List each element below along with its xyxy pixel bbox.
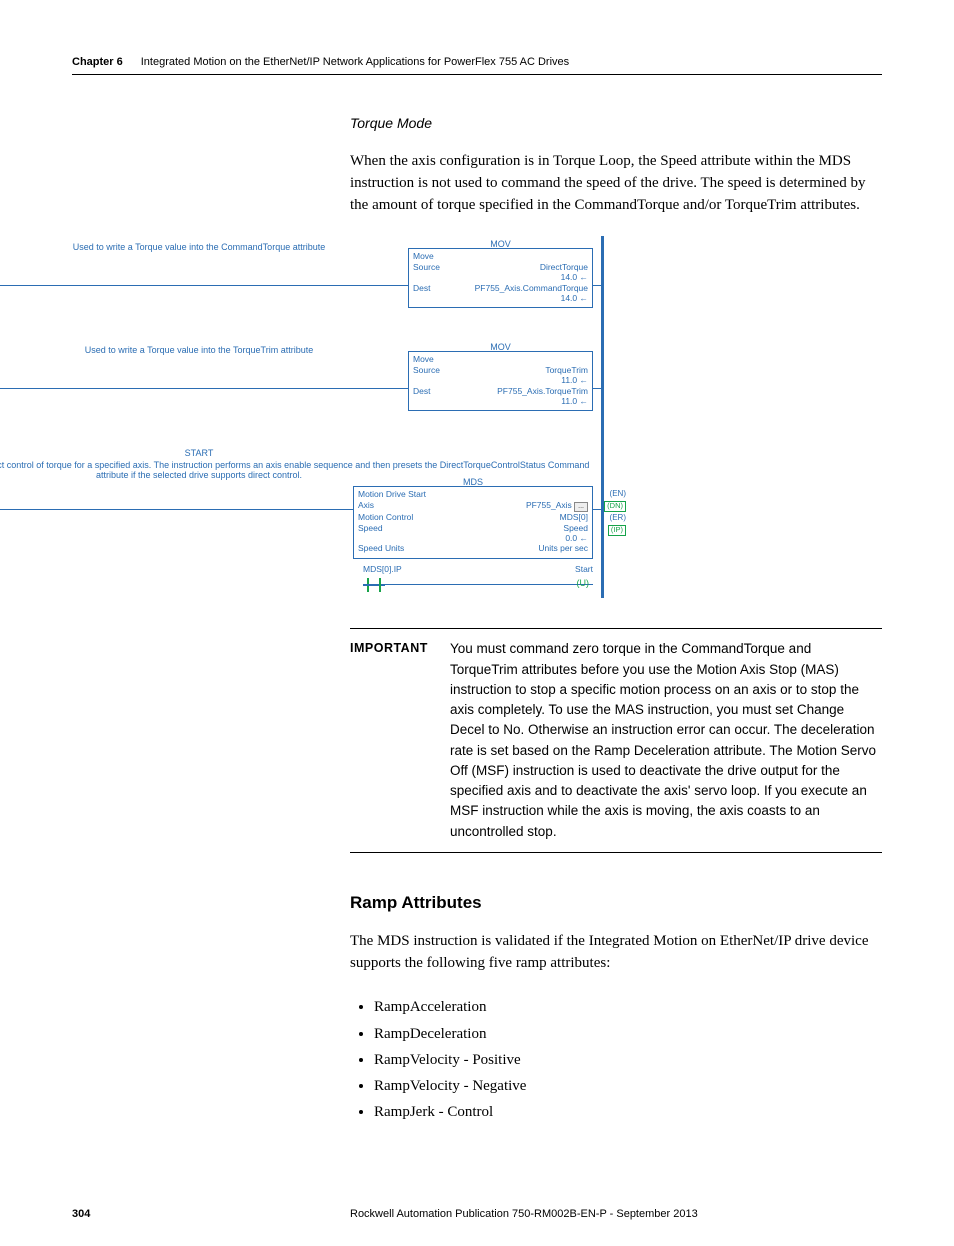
chapter-title: Integrated Motion on the EtherNet/IP Net…	[141, 56, 569, 68]
list-item: RampAcceleration	[374, 994, 882, 1020]
page-number: 304	[72, 1208, 350, 1220]
block-title: MDS	[358, 477, 588, 487]
list-item: RampVelocity - Positive	[374, 1047, 882, 1073]
rung-1: 1 Used to write a Torque value into the …	[0, 242, 601, 327]
intro-paragraph: When the axis configuration is in Torque…	[350, 151, 882, 216]
ramp-list: RampAcceleration RampDeceleration RampVe…	[374, 994, 882, 1125]
branch-contact	[363, 576, 385, 594]
block-cell: Move	[413, 354, 434, 365]
page: Chapter 6 Integrated Motion on the Ether…	[0, 0, 954, 1246]
chapter-label: Chapter 6	[72, 56, 123, 68]
branch-label: MDS[0].IP	[363, 564, 402, 574]
ellipsis-button[interactable]: ...	[574, 502, 588, 512]
list-item: RampDeceleration	[374, 1021, 882, 1047]
pin-en: (EN)	[610, 489, 626, 498]
block-cell: Motion Control	[358, 512, 413, 523]
block-value: 14.0 ←	[413, 273, 588, 282]
block-value: 11.0 ←	[413, 397, 588, 406]
block-cell: Source	[413, 365, 440, 376]
branch-out-label: Start	[575, 564, 593, 574]
ladder-diagram: 1 Used to write a Torque value into the …	[0, 236, 604, 598]
block-cell: Move	[413, 251, 434, 262]
pin-ip: (IP)	[608, 525, 626, 535]
publication-info: Rockwell Automation Publication 750-RM00…	[350, 1208, 882, 1220]
important-label: IMPORTANT	[350, 639, 450, 842]
list-item: RampJerk - Control	[374, 1099, 882, 1125]
body-column-lower: IMPORTANT You must command zero torque i…	[350, 628, 882, 1125]
important-text: You must command zero torque in the Comm…	[450, 639, 882, 842]
block-cell: MDS[0]	[560, 512, 588, 523]
ramp-heading: Ramp Attributes	[350, 893, 882, 913]
mov-block-2: MOV Move SourceTorqueTrim 11.0 ← DestPF7…	[408, 351, 593, 411]
block-cell: Speed Units	[358, 543, 404, 554]
block-title: MOV	[413, 239, 588, 249]
block-value: 14.0 ←	[413, 294, 588, 303]
unlatch-coil: (U)	[577, 578, 590, 588]
ramp-paragraph: The MDS instruction is validated if the …	[350, 931, 882, 975]
block-value: 0.0 ←	[358, 534, 588, 543]
block-value: 11.0 ←	[413, 376, 588, 385]
page-header: Chapter 6 Integrated Motion on the Ether…	[72, 56, 882, 75]
pin-dn: (DN)	[604, 501, 626, 511]
pin-er: (ER)	[610, 513, 626, 522]
mds-block: MDS Motion Drive Start AxisPF755_Axis ..…	[353, 486, 593, 559]
block-cell: Source	[413, 262, 440, 273]
mode-heading: Torque Mode	[350, 115, 882, 131]
list-item: RampVelocity - Negative	[374, 1073, 882, 1099]
important-note: IMPORTANT You must command zero torque i…	[350, 628, 882, 853]
rung-3: 3 START The MDS instruction is used to a…	[0, 448, 601, 588]
body-column: Torque Mode When the axis configuration …	[350, 115, 882, 216]
page-footer: 304 Rockwell Automation Publication 750-…	[72, 1208, 882, 1220]
ladder-body: 1 Used to write a Torque value into the …	[0, 236, 604, 598]
block-title: MOV	[413, 342, 588, 352]
block-cell: Dest	[413, 386, 430, 397]
block-cell: PF755_Axis ...	[526, 500, 588, 512]
block-cell: Speed	[563, 523, 588, 534]
block-cell: Units per sec	[538, 543, 588, 554]
block-cell: Dest	[413, 283, 430, 294]
block-cell: Speed	[358, 523, 383, 534]
block-cell: Motion Drive Start	[358, 489, 426, 500]
rung-2: 2 Used to write a Torque value into the …	[0, 345, 601, 430]
mov-block-1: MOV Move SourceDirectTorque 14.0 ← DestP…	[408, 248, 593, 308]
block-cell: Axis	[358, 500, 374, 512]
branch-rung: MDS[0].IP Start (U)	[363, 576, 593, 594]
rung-title: START	[0, 448, 601, 458]
